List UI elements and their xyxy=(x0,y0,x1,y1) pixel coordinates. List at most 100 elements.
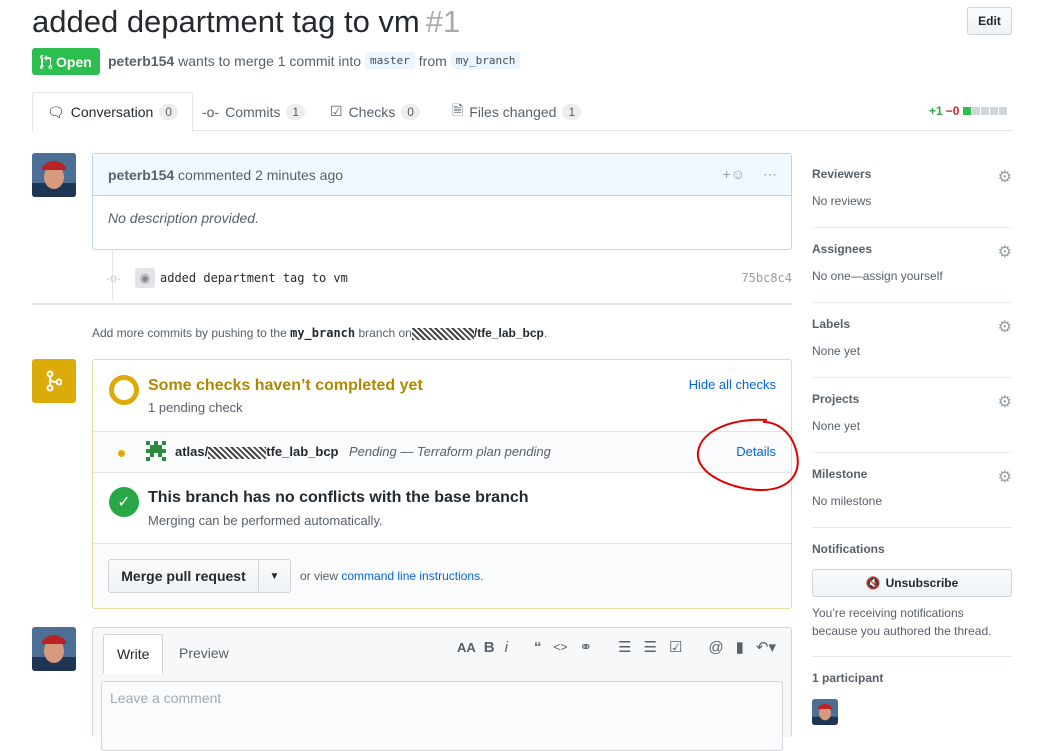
cli-note-period: . xyxy=(480,569,484,583)
diff-blocks xyxy=(962,104,1008,118)
push-note-middle: branch on xyxy=(358,326,412,340)
gear-icon[interactable]: ⚙ xyxy=(998,317,1012,337)
markdown-toolbar: AA B i “ <> ⚭ ☰ ☰ ☑ @ ▮ ↶▾ xyxy=(445,638,776,657)
commit-sha[interactable]: 75bc8c4 xyxy=(741,271,792,285)
pr-meta: peterb154 wants to merge 1 commit into m… xyxy=(108,52,521,69)
bold-icon[interactable]: B xyxy=(484,639,495,656)
tab-preview[interactable]: Preview xyxy=(166,634,242,672)
diffstat: +1 −0 xyxy=(929,104,1008,118)
sidebar-milestone: Milestone ⚙ No milestone xyxy=(812,453,1012,528)
comment-author[interactable]: peterb154 xyxy=(108,167,174,183)
quote-icon[interactable]: “ xyxy=(534,639,542,656)
check-name: atlas/tfe_lab_bcp xyxy=(175,444,339,459)
mention-icon[interactable]: @ xyxy=(708,639,723,656)
add-reaction-icon[interactable]: +☺ xyxy=(723,166,745,183)
conflicts-subtitle: Merging can be performed automatically. xyxy=(148,513,383,528)
base-branch[interactable]: master xyxy=(365,52,415,69)
tab-label: Commits xyxy=(225,103,281,120)
bookmark-icon[interactable]: ▮ xyxy=(736,638,744,656)
tab-write[interactable]: Write xyxy=(103,634,164,674)
kebab-menu-icon[interactable]: ⋯ xyxy=(763,166,777,183)
gear-icon[interactable]: ⚙ xyxy=(998,167,1012,187)
check-name-prefix: atlas/ xyxy=(175,444,209,459)
tab-counter: 0 xyxy=(401,103,420,120)
file-diff-icon: 🗎 xyxy=(452,101,464,118)
github-avatar-icon: ◉ xyxy=(135,268,155,288)
unsubscribe-button[interactable]: 🔇 Unsubscribe xyxy=(812,569,1012,597)
hide-checks-link[interactable]: Hide all checks xyxy=(689,377,776,392)
check-status: Pending — Terraform plan pending xyxy=(349,444,551,459)
text-size-icon[interactable]: AA xyxy=(457,640,476,655)
sidebar-heading[interactable]: Reviewers xyxy=(812,167,871,181)
commit-item: -o- ◉ added department tag to vm 75bc8c4 xyxy=(92,265,792,291)
terraform-avatar-icon xyxy=(146,441,166,464)
pr-tabs: 🗨 Conversation 0 -o- Commits 1 ☑ Checks … xyxy=(32,92,1012,132)
pr-title-text: added department tag to vm xyxy=(32,4,420,39)
push-note-repo[interactable]: /tfe_lab_bcp xyxy=(474,326,544,340)
sidebar-participants: 1 participant xyxy=(812,657,1012,727)
pending-dot-icon xyxy=(118,450,125,457)
tab-files-changed[interactable]: 🗎 Files changed 1 xyxy=(438,92,595,131)
italic-icon[interactable]: i xyxy=(505,639,508,656)
participant-avatar[interactable] xyxy=(812,699,838,725)
push-note-prefix: Add more commits by pushing to the xyxy=(92,326,287,340)
tab-conversation[interactable]: 🗨 Conversation 0 xyxy=(32,92,193,132)
link-icon[interactable]: ⚭ xyxy=(579,638,592,656)
comment-icon: 🗨 xyxy=(47,103,65,120)
sidebar-reviewers: Reviewers ⚙ No reviews xyxy=(812,153,1012,228)
comment-timestamp: commented 2 minutes ago xyxy=(178,166,344,183)
participants-heading: 1 participant xyxy=(812,671,884,685)
diff-removed: −0 xyxy=(945,104,960,118)
merge-actions: Merge pull request ▼ or view command lin… xyxy=(93,544,791,608)
push-note-suffix: . xyxy=(543,326,548,340)
comment-textarea[interactable]: Leave a comment xyxy=(101,681,783,751)
notifications-reason: You’re receiving notifications because y… xyxy=(812,606,992,638)
reply-icon[interactable]: ↶▾ xyxy=(756,638,776,656)
sidebar-value[interactable]: No one—assign yourself xyxy=(812,269,943,283)
code-icon[interactable]: <> xyxy=(553,640,567,654)
divider xyxy=(32,303,792,305)
gear-icon[interactable]: ⚙ xyxy=(998,242,1012,262)
sidebar-heading[interactable]: Projects xyxy=(812,392,859,406)
cli-note: or view command line instructions. xyxy=(300,569,483,583)
pr-title: added department tag to vm #1 xyxy=(32,4,460,40)
sidebar-heading[interactable]: Assignees xyxy=(812,242,872,256)
head-branch[interactable]: my_branch xyxy=(450,52,521,69)
sidebar-value: None yet xyxy=(812,344,861,358)
sidebar-heading[interactable]: Milestone xyxy=(812,467,867,481)
sidebar-heading: Notifications xyxy=(812,542,885,556)
merge-pull-request-button[interactable]: Merge pull request xyxy=(108,559,259,593)
comment-body: No description provided. xyxy=(108,210,259,226)
state-label: Open xyxy=(56,53,92,70)
check-row: atlas/tfe_lab_bcp Pending — Terraform pl… xyxy=(93,418,799,492)
or-view-text: or view xyxy=(300,569,339,583)
mute-icon: 🔇 xyxy=(865,576,881,590)
pull-request-icon xyxy=(40,54,52,69)
avatar[interactable] xyxy=(32,627,76,671)
gear-icon[interactable]: ⚙ xyxy=(998,392,1012,412)
sidebar-heading[interactable]: Labels xyxy=(812,317,850,331)
cli-instructions-link[interactable]: command line instructions xyxy=(341,569,480,583)
tab-commits[interactable]: -o- Commits 1 xyxy=(188,92,319,131)
bulleted-list-icon[interactable]: ☰ xyxy=(618,638,631,656)
sidebar-labels: Labels ⚙ None yet xyxy=(812,303,1012,378)
sidebar: Reviewers ⚙ No reviews Assignees ⚙ No on… xyxy=(812,153,1012,727)
checks-title: Some checks haven’t completed yet xyxy=(148,377,423,394)
tab-counter: 1 xyxy=(562,103,582,120)
tab-checks[interactable]: ☑ Checks 0 xyxy=(316,92,434,131)
task-list-icon[interactable]: ☑ xyxy=(669,638,682,656)
caret-down-icon: ▼ xyxy=(269,570,280,582)
sidebar-value: None yet xyxy=(812,419,861,433)
edit-button[interactable]: Edit xyxy=(967,7,1012,35)
conflicts-title: This branch has no conflicts with the ba… xyxy=(148,489,529,506)
unsubscribe-label: Unsubscribe xyxy=(885,576,959,590)
commit-message[interactable]: added department tag to vm xyxy=(160,271,348,285)
gear-icon[interactable]: ⚙ xyxy=(998,467,1012,487)
merge-options-dropdown[interactable]: ▼ xyxy=(258,559,291,593)
pr-author[interactable]: peterb154 xyxy=(108,53,174,69)
pr-description-comment: peterb154 commented 2 minutes ago +☺ ⋯ N… xyxy=(92,153,792,250)
merge-text: wants to merge 1 commit into xyxy=(178,52,362,69)
numbered-list-icon[interactable]: ☰ xyxy=(643,638,656,656)
avatar[interactable] xyxy=(32,153,76,197)
redacted-check-owner xyxy=(208,446,267,459)
